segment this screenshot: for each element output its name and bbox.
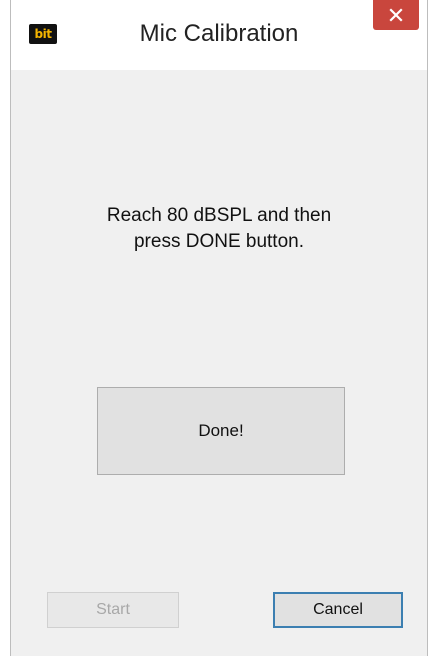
instruction-line-1: Reach 80 dBSPL and then: [106, 205, 332, 226]
mic-calibration-window: bit Mic Calibration Reach 80 dBSPL and t…: [10, 0, 428, 656]
dialog-client-area: Reach 80 dBSPL and then press DONE butto…: [11, 70, 427, 656]
close-icon: [389, 8, 403, 22]
close-button[interactable]: [373, 0, 419, 30]
cancel-button[interactable]: Cancel: [273, 592, 403, 628]
start-button: Start: [47, 592, 179, 628]
title-bar[interactable]: bit Mic Calibration: [11, 0, 427, 70]
instruction-line-2: press DONE button.: [133, 231, 305, 252]
done-button[interactable]: Done!: [97, 387, 345, 475]
window-title: Mic Calibration: [139, 20, 299, 47]
instruction-text: Reach 80 dBSPL and then press DONE butto…: [11, 203, 427, 255]
